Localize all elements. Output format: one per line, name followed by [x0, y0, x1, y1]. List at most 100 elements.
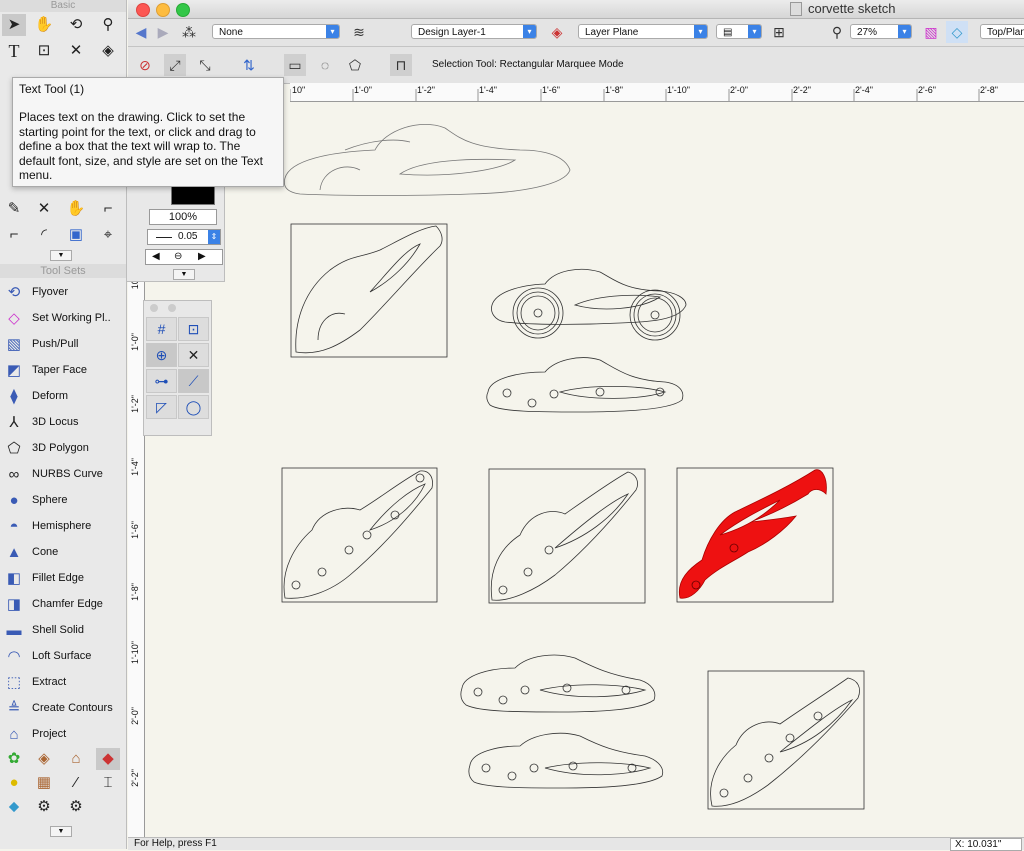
toolset-item-project[interactable]: ⌂ Project — [0, 722, 126, 748]
text-tool-icon[interactable]: T — [2, 40, 26, 62]
window-title-bar[interactable]: corvette sketch — [128, 0, 1024, 19]
layers-icon[interactable]: ≋ — [348, 21, 370, 43]
arrowhead-controls[interactable]: ◀ ⊖ ▶ — [145, 249, 223, 265]
quarter-arc-tool-icon[interactable]: ◜ — [32, 224, 56, 246]
magnify-icon[interactable]: ⚲ — [826, 21, 848, 43]
arc-tool-icon[interactable]: ⌐ — [2, 224, 26, 246]
toolset-item-push-pull[interactable]: ▧ Push/Pull — [0, 332, 126, 358]
cutout-frame[interactable] — [707, 670, 865, 810]
snap-distance-icon[interactable]: ⊶ — [146, 369, 177, 393]
visualization-toolset-icon[interactable]: ◆ — [96, 748, 120, 770]
building-shell-toolset-icon[interactable]: ◈ — [32, 748, 56, 770]
toolset-item-chamfer-edge[interactable]: ◨ Chamfer Edge — [0, 592, 126, 618]
lighting-toolset-icon[interactable]: ● — [2, 772, 26, 794]
house-toolset-icon[interactable]: ⌂ — [64, 748, 88, 770]
snap-intersection-icon[interactable]: ✕ — [178, 343, 209, 367]
toolset-item-taper-face[interactable]: ◩ Taper Face — [0, 358, 126, 384]
toolset-item-hemisphere[interactable]: ◓ Hemisphere — [0, 514, 126, 540]
toolset-item-fillet-edge[interactable]: ◧ Fillet Edge — [0, 566, 126, 592]
polygon-marquee-icon[interactable]: ⬠ — [344, 54, 366, 76]
callout-tool-icon[interactable]: ⊡ — [32, 40, 56, 62]
snap-grid-icon[interactable]: # — [146, 317, 177, 341]
arrow-right-icon[interactable]: ▶ — [198, 250, 206, 264]
toolset-item-3d-polygon[interactable]: ⬠ 3D Polygon — [0, 436, 126, 462]
palette-close-icon[interactable] — [150, 304, 158, 312]
toolset-item-loft-surface[interactable]: ◠ Loft Surface — [0, 644, 126, 670]
snap-angle-icon[interactable]: ⊕ — [146, 343, 177, 367]
single-object-mode-icon[interactable]: ⤢ — [164, 54, 186, 76]
eraser-tool-icon[interactable]: ▣ — [64, 224, 88, 246]
toolset-item-3d-locus[interactable]: ⅄ 3D Locus — [0, 410, 126, 436]
palette-expand-arrow-icon[interactable]: ▼ — [50, 250, 72, 261]
interactive-scaling-icon[interactable]: ⊓ — [390, 54, 412, 76]
gear-settings-icon[interactable]: ⚙ — [64, 796, 88, 818]
toolset-item-cone[interactable]: ▲ Cone — [0, 540, 126, 566]
toolset-item-sphere[interactable]: ● Sphere — [0, 488, 126, 514]
forward-arrow-icon[interactable]: ▶ — [152, 21, 174, 43]
car-diagonal-4[interactable] — [710, 677, 860, 807]
view-select[interactable]: Top/Plan — [980, 24, 1024, 39]
car-profile-3[interactable] — [460, 654, 656, 713]
steel-toolset-icon[interactable]: ⌶ — [96, 772, 120, 794]
car-with-wheels[interactable] — [491, 268, 687, 341]
split-tool-icon[interactable]: ✎ — [2, 198, 26, 220]
furniture-toolset-icon[interactable]: ▦ — [32, 772, 56, 794]
flyover-view-icon[interactable]: ▧ — [920, 21, 942, 43]
toolset-item-extract[interactable]: ⬚ Extract — [0, 670, 126, 696]
close-button[interactable] — [136, 3, 150, 17]
zoom-tool-icon[interactable]: ⚲ — [96, 14, 120, 36]
landscape-toolset-icon[interactable]: ✿ — [2, 748, 26, 770]
red-car-cutout[interactable] — [678, 469, 827, 599]
zoom-select[interactable]: 27% ▾ — [850, 24, 912, 39]
opacity-field[interactable]: 100% — [149, 209, 217, 225]
working-plane-view-icon[interactable]: ◇ — [946, 21, 968, 43]
toolset-item-create-contours[interactable]: ≜ Create Contours — [0, 696, 126, 722]
selection-tool-icon[interactable]: ➤ — [2, 14, 26, 36]
cutout-frame[interactable] — [281, 467, 438, 603]
toolset-item-nurbs-curve[interactable]: ∞ NURBS Curve — [0, 462, 126, 488]
class-select[interactable]: None ▾ — [212, 24, 340, 39]
plane-visibility-icon[interactable]: ◈ — [546, 21, 568, 43]
pan-tool-icon[interactable]: ✋ — [32, 14, 56, 36]
drawing-canvas[interactable] — [145, 101, 1024, 837]
snap-smart-points-icon[interactable]: ⟋ — [178, 369, 209, 393]
snap-smart-edge-icon[interactable]: ◸ — [146, 395, 177, 419]
rectangle-marquee-icon[interactable]: ▭ — [284, 54, 306, 76]
clip-tool-icon[interactable]: ✕ — [64, 40, 88, 62]
car-profile-2[interactable] — [486, 357, 684, 413]
car-profile-4[interactable] — [468, 732, 664, 789]
render-mode-select[interactable]: ▤ ▾ — [716, 24, 762, 39]
projection-icon[interactable]: ⊞ — [768, 21, 790, 43]
zoom-button[interactable] — [176, 3, 190, 17]
flyover-tool-icon[interactable]: ⟲ — [64, 14, 88, 36]
line-weight-select[interactable]: 0.05 ⇕ — [147, 229, 221, 245]
toolset-item-flyover[interactable]: ⟲ Flyover — [0, 280, 126, 306]
gear-icon[interactable]: ⚙ — [32, 796, 56, 818]
car-diagonal-1[interactable] — [295, 225, 443, 354]
cutout-frame[interactable] — [290, 223, 448, 358]
palette-collapse-icon[interactable] — [168, 304, 176, 312]
plane-select[interactable]: Layer Plane ▾ — [578, 24, 708, 39]
toolset-item-shell-solid[interactable]: ▬ Shell Solid — [0, 618, 126, 644]
snap-tangent-icon[interactable]: ◯ — [178, 395, 209, 419]
multi-object-mode-icon[interactable]: ⤡ — [194, 54, 216, 76]
car-diagonal-3[interactable] — [490, 471, 638, 601]
toolset-item-set-working-plane[interactable]: ◇ Set Working Pl.. — [0, 306, 126, 332]
layer-select[interactable]: Design Layer-1 ▾ — [411, 24, 537, 39]
no-snap-icon[interactable]: ⊘ — [134, 54, 156, 76]
lasso-marquee-icon[interactable]: ◌ — [314, 54, 336, 76]
back-arrow-icon[interactable]: ◀ — [130, 21, 152, 43]
car-diagonal-2[interactable] — [283, 470, 433, 599]
arrow-left-icon[interactable]: ◀ — [152, 250, 160, 264]
snap-object-icon[interactable]: ⊡ — [178, 317, 209, 341]
class-hierarchy-icon[interactable]: ⁂ — [178, 21, 200, 43]
link-icon[interactable]: ⊖ — [174, 250, 182, 264]
dimension-tool-icon[interactable]: ⌖ — [96, 224, 120, 246]
palette-expand-arrow-icon[interactable]: ▼ — [50, 826, 72, 837]
toolset-item-deform[interactable]: ⧫ Deform — [0, 384, 126, 410]
mirror-tool-icon[interactable]: ◈ — [96, 40, 120, 62]
minimize-button[interactable] — [156, 3, 170, 17]
palette-expand-arrow-icon[interactable]: ▼ — [173, 269, 195, 280]
detailing-toolset-icon[interactable]: ⁄ — [64, 772, 88, 794]
trim-tool-icon[interactable]: ✕ — [32, 198, 56, 220]
